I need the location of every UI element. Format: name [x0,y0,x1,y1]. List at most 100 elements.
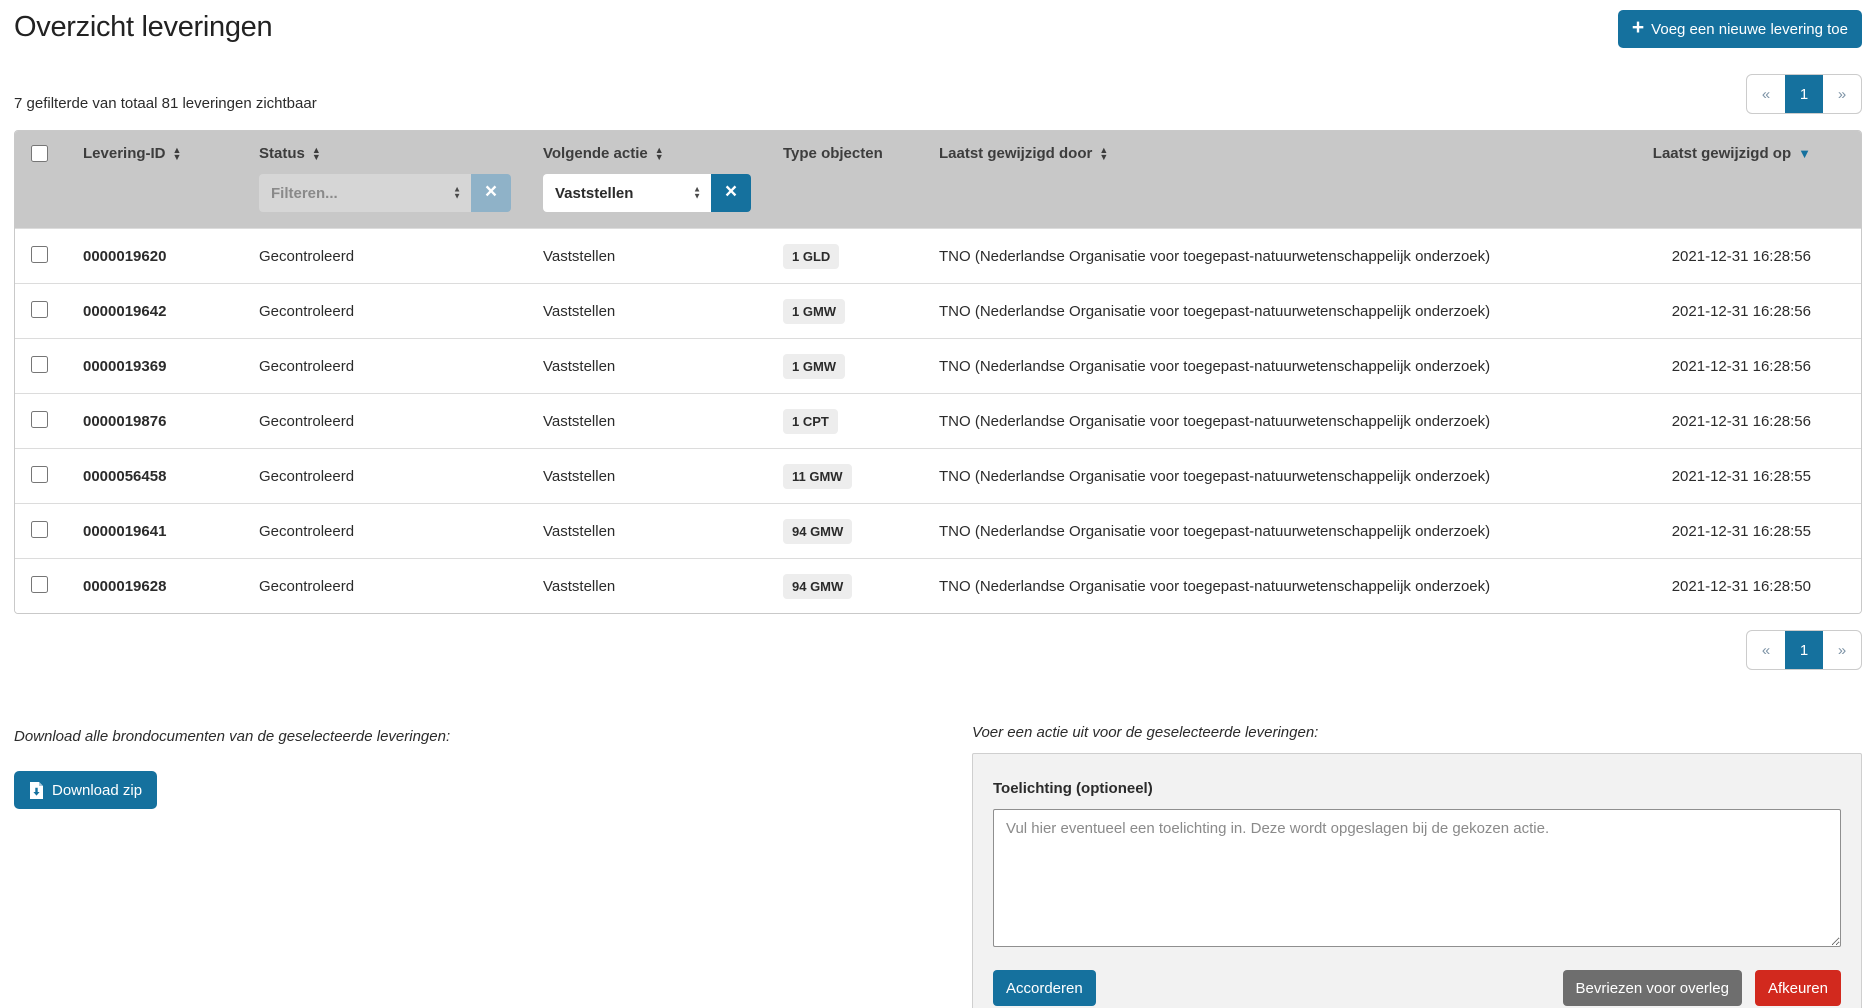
laatst-gewijzigd-op-value: 2021-12-31 16:28:56 [1641,229,1861,284]
column-label: Levering-ID [83,145,166,162]
toelichting-label: Toelichting (optioneel) [993,780,1841,797]
toelichting-textarea[interactable] [993,809,1841,947]
volgende-actie-value: Vaststellen [531,229,771,284]
laatst-gewijzigd-op-value: 2021-12-31 16:28:55 [1641,449,1861,504]
laatst-gewijzigd-door-value: TNO (Nederlandse Organisatie voor toegep… [927,229,1641,284]
download-zip-button[interactable]: Download zip [14,771,157,809]
row-checkbox[interactable] [31,466,48,483]
download-section: Download alle brondocumenten van de gese… [14,724,972,809]
table-row: 0000019641 Gecontroleerd Vaststellen 94 … [15,504,1861,559]
pagination-top: « 1 » [1746,74,1862,114]
type-objecten-badge: 1 GMW [783,354,845,379]
laatst-gewijzigd-door-value: TNO (Nederlandse Organisatie voor toegep… [927,394,1641,449]
laatst-gewijzigd-door-value: TNO (Nederlandse Organisatie voor toegep… [927,504,1641,559]
table-row: 0000019628 Gecontroleerd Vaststellen 94 … [15,559,1861,614]
table-row: 0000019876 Gecontroleerd Vaststellen 1 C… [15,394,1861,449]
laatst-gewijzigd-op-value: 2021-12-31 16:28:55 [1641,504,1861,559]
meta-row: 7 gefilterde van totaal 81 leveringen zi… [14,74,1862,114]
actions-panel: Toelichting (optioneel) Accorderen Bevri… [972,753,1862,1008]
levering-id-value: 0000019642 [83,303,166,320]
column-label: Laatst gewijzigd op [1653,145,1791,162]
select-all-checkbox[interactable] [31,145,48,162]
status-value: Gecontroleerd [247,394,531,449]
pagination-bottom-row: « 1 » [14,630,1862,670]
bottom-section: Download alle brondocumenten van de gese… [14,724,1862,1008]
laatst-gewijzigd-op-value: 2021-12-31 16:28:56 [1641,284,1861,339]
levering-id-value: 0000019620 [83,248,166,265]
sort-icon: ▲▼ [655,147,664,161]
row-checkbox[interactable] [31,356,48,373]
select-arrows-icon: ▲▼ [453,187,461,200]
table-row: 0000019620 Gecontroleerd Vaststellen 1 G… [15,229,1861,284]
pagination-next-button[interactable]: » [1823,75,1861,113]
row-checkbox[interactable] [31,411,48,428]
filter-summary: 7 gefilterde van totaal 81 leveringen zi… [14,95,317,114]
pagination-prev-button[interactable]: « [1747,75,1785,113]
levering-id-value: 0000019628 [83,578,166,595]
sort-icon: ▲▼ [312,147,321,161]
row-checkbox[interactable] [31,576,48,593]
pagination-bottom: « 1 » [1746,630,1862,670]
column-header-status[interactable]: Status ▲▼ Filteren... ▲▼ × [247,131,531,229]
levering-id-value: 0000019876 [83,413,166,430]
column-header-type-objecten: Type objecten [771,131,927,229]
page-header: Overzicht leveringen + Voeg een nieuwe l… [14,8,1862,48]
type-objecten-badge: 94 GMW [783,519,852,544]
status-value: Gecontroleerd [247,559,531,614]
laatst-gewijzigd-door-value: TNO (Nederlandse Organisatie voor toegep… [927,559,1641,614]
status-value: Gecontroleerd [247,229,531,284]
volgende-actie-value: Vaststellen [531,504,771,559]
status-value: Gecontroleerd [247,339,531,394]
column-header-volgende-actie[interactable]: Volgende actie ▲▼ Vaststellen ▲▼ × [531,131,771,229]
panel-actions-row: Accorderen Bevriezen voor overleg Afkeur… [993,970,1841,1006]
volgende-actie-value: Vaststellen [531,284,771,339]
type-objecten-badge: 11 GMW [783,464,852,489]
add-levering-button[interactable]: + Voeg een nieuwe levering toe [1618,10,1862,48]
levering-id-value: 0000056458 [83,468,166,485]
column-label: Status [259,145,305,162]
status-value: Gecontroleerd [247,449,531,504]
download-zip-button-label: Download zip [52,782,142,799]
column-header-laatst-gewijzigd-op[interactable]: Laatst gewijzigd op ▼ [1641,131,1861,229]
row-checkbox[interactable] [31,301,48,318]
type-objecten-badge: 1 GLD [783,244,839,269]
sort-descending-icon: ▼ [1798,149,1811,159]
bevriezen-voor-overleg-button[interactable]: Bevriezen voor overleg [1563,970,1742,1006]
status-value: Gecontroleerd [247,504,531,559]
laatst-gewijzigd-door-value: TNO (Nederlandse Organisatie voor toegep… [927,449,1641,504]
volgende-actie-filter-select[interactable]: Vaststellen ▲▼ [543,174,711,212]
page-title: Overzicht leveringen [14,8,272,46]
volgende-actie-value: Vaststellen [531,339,771,394]
column-header-levering-id[interactable]: Levering-ID ▲▼ [71,131,247,229]
status-filter-placeholder: Filteren... [271,185,338,202]
leveringen-table: Levering-ID ▲▼ Status ▲▼ Filteren... [14,130,1862,614]
download-label: Download alle brondocumenten van de gese… [14,728,972,745]
row-checkbox[interactable] [31,246,48,263]
table-body: 0000019620 Gecontroleerd Vaststellen 1 G… [15,229,1861,614]
afkeuren-button[interactable]: Afkeuren [1755,970,1841,1006]
volgende-actie-filter-value: Vaststellen [555,185,633,202]
laatst-gewijzigd-door-value: TNO (Nederlandse Organisatie voor toegep… [927,284,1641,339]
volgende-actie-value: Vaststellen [531,394,771,449]
column-header-laatst-gewijzigd-door[interactable]: Laatst gewijzigd door ▲▼ [927,131,1641,229]
volgende-actie-value: Vaststellen [531,449,771,504]
laatst-gewijzigd-op-value: 2021-12-31 16:28:50 [1641,559,1861,614]
select-arrows-icon: ▲▼ [693,187,701,200]
column-label: Type objecten [783,145,883,162]
clear-volgende-actie-filter-button[interactable]: × [711,174,751,212]
pagination-next-button[interactable]: » [1823,631,1861,669]
pagination-prev-button[interactable]: « [1747,631,1785,669]
table-row: 0000019642 Gecontroleerd Vaststellen 1 G… [15,284,1861,339]
add-levering-button-label: Voeg een nieuwe levering toe [1651,21,1848,38]
status-filter-select[interactable]: Filteren... ▲▼ [259,174,471,212]
clear-status-filter-button[interactable]: × [471,174,511,212]
accorderen-button[interactable]: Accorderen [993,970,1096,1006]
laatst-gewijzigd-door-value: TNO (Nederlandse Organisatie voor toegep… [927,339,1641,394]
file-download-icon [29,782,44,799]
type-objecten-badge: 1 CPT [783,409,838,434]
pagination-page-1[interactable]: 1 [1785,75,1823,113]
laatst-gewijzigd-op-value: 2021-12-31 16:28:56 [1641,339,1861,394]
pagination-page-1[interactable]: 1 [1785,631,1823,669]
row-checkbox[interactable] [31,521,48,538]
table-header-row: Levering-ID ▲▼ Status ▲▼ Filteren... [15,131,1861,229]
